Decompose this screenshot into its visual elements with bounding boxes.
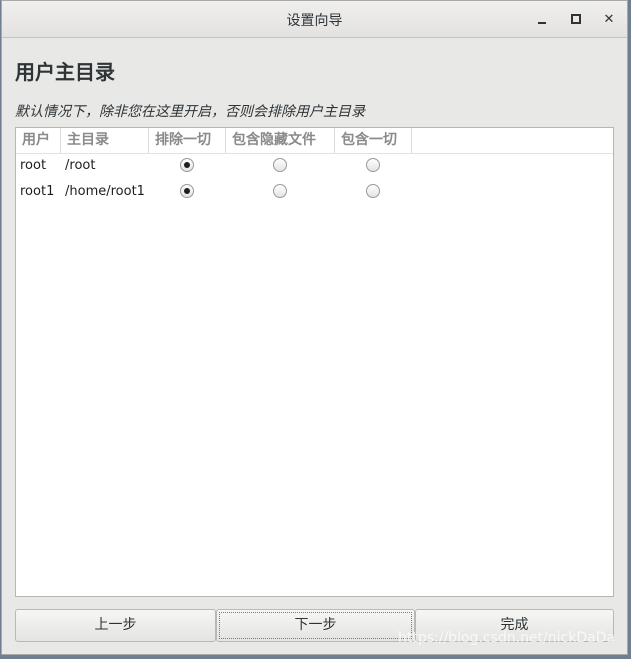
home-cell: /home/root1 <box>65 184 145 199</box>
maximize-icon <box>571 14 581 24</box>
home-cell: /root <box>65 158 96 173</box>
minimize-button[interactable] <box>533 10 551 28</box>
column-header-exclude-all[interactable]: 排除一切 <box>149 128 226 153</box>
include-all-radio[interactable] <box>366 158 380 172</box>
maximize-button[interactable] <box>567 10 585 28</box>
column-header-home[interactable]: 主目录 <box>61 128 149 153</box>
exclude-all-radio[interactable] <box>180 184 194 198</box>
next-button[interactable]: 下一步 <box>216 609 415 642</box>
setup-wizard-window: 设置向导 ✕ 用户主目录 默认情况下，除非您在这里开启，否则会排除用户主目录 用… <box>1 0 628 655</box>
focus-ring <box>219 612 412 639</box>
column-header-user[interactable]: 用户 <box>16 128 61 153</box>
back-button[interactable]: 上一步 <box>15 609 216 642</box>
home-directories-table: 用户 主目录 排除一切 包含隐藏文件 包含一切 root /root root1… <box>15 127 614 597</box>
column-header-include-hidden[interactable]: 包含隐藏文件 <box>226 128 335 153</box>
minimize-icon <box>538 22 546 24</box>
include-hidden-radio[interactable] <box>273 184 287 198</box>
close-button[interactable]: ✕ <box>600 10 618 28</box>
page-title: 用户主目录 <box>15 60 115 84</box>
user-cell: root <box>20 158 47 173</box>
table-row[interactable]: root1 /home/root1 <box>16 179 613 205</box>
close-icon: ✕ <box>603 11 615 27</box>
title-bar[interactable]: 设置向导 ✕ <box>2 1 627 38</box>
include-all-radio[interactable] <box>366 184 380 198</box>
table-header: 用户 主目录 排除一切 包含隐藏文件 包含一切 <box>16 128 613 154</box>
user-cell: root1 <box>20 184 55 199</box>
column-header-include-all[interactable]: 包含一切 <box>335 128 412 153</box>
exclude-all-radio[interactable] <box>180 158 194 172</box>
table-row[interactable]: root /root <box>16 153 613 179</box>
watermark: https://blog.csdn.net/nickDaDa <box>398 630 616 646</box>
page-description: 默认情况下，除非您在这里开启，否则会排除用户主目录 <box>15 104 365 120</box>
include-hidden-radio[interactable] <box>273 158 287 172</box>
